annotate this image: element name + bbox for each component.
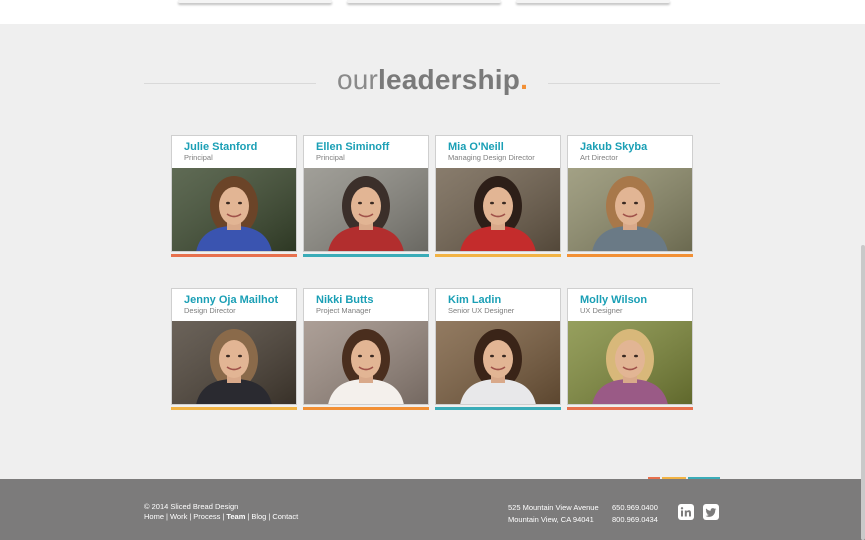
previous-section-strip xyxy=(0,0,865,24)
team-card-color-bar xyxy=(435,407,561,410)
team-member-role: Managing Design Director xyxy=(448,153,535,162)
team-card-color-bar xyxy=(567,407,693,410)
footer-link-contact[interactable]: Contact xyxy=(272,512,298,521)
team-card[interactable]: Ellen Siminoff Principal xyxy=(303,135,429,257)
previous-card xyxy=(347,0,501,3)
team-member-role: Design Director xyxy=(184,306,236,315)
linkedin-icon[interactable] xyxy=(678,504,694,520)
team-member-role: Art Director xyxy=(580,153,618,162)
twitter-icon[interactable] xyxy=(703,504,719,520)
team-card-header: Kim Ladin Senior UX Designer xyxy=(435,288,561,321)
team-card-header: Ellen Siminoff Principal xyxy=(303,135,429,168)
team-member-photo xyxy=(171,168,297,252)
team-card-header: Mia O'Neill Managing Design Director xyxy=(435,135,561,168)
team-member-role: Senior UX Designer xyxy=(448,306,515,315)
footer xyxy=(0,479,865,540)
team-member-role: Project Manager xyxy=(316,306,372,315)
section-title-dot: . xyxy=(520,64,529,95)
previous-card xyxy=(178,0,332,3)
team-member-name: Nikki Butts xyxy=(316,294,374,306)
team-member-name: Jenny Oja Mailhot xyxy=(184,294,279,306)
team-card-color-bar xyxy=(435,254,561,257)
team-member-photo xyxy=(435,168,561,252)
team-member-photo xyxy=(303,168,429,252)
team-card[interactable]: Molly Wilson UX Designer xyxy=(567,288,693,410)
team-member-name: Kim Ladin xyxy=(448,294,502,306)
team-member-name: Ellen Siminoff xyxy=(316,141,390,153)
team-card[interactable]: Kim Ladin Senior UX Designer xyxy=(435,288,561,410)
previous-card xyxy=(516,0,670,3)
team-member-photo xyxy=(567,168,693,252)
team-card[interactable]: Mia O'Neill Managing Design Director xyxy=(435,135,561,257)
team-member-name: Julie Stanford xyxy=(184,141,258,153)
footer-link-home[interactable]: Home xyxy=(144,512,164,521)
team-card-header: Jenny Oja Mailhot Design Director xyxy=(171,288,297,321)
team-card-header: Nikki Butts Project Manager xyxy=(303,288,429,321)
section-title-bold: leadership xyxy=(378,64,521,95)
footer-nav: Home | Work | Process | Team | Blog | Contact xyxy=(144,512,299,521)
team-card[interactable]: Julie Stanford Principal xyxy=(171,135,297,257)
team-card-color-bar xyxy=(567,254,693,257)
team-card-header: Jakub Skyba Art Director xyxy=(567,135,693,168)
team-member-photo xyxy=(303,321,429,405)
phone-1: 650.969.0400 xyxy=(612,503,658,512)
team-card-header: Molly Wilson UX Designer xyxy=(567,288,693,321)
footer-link-team[interactable]: Team xyxy=(226,512,245,521)
team-member-name: Mia O'Neill xyxy=(448,141,504,153)
phone-2: 800.969.0434 xyxy=(612,514,658,524)
scrollbar[interactable] xyxy=(861,245,865,540)
team-card[interactable]: Jenny Oja Mailhot Design Director xyxy=(171,288,297,410)
team-member-role: UX Designer xyxy=(580,306,623,315)
team-member-photo xyxy=(435,321,561,405)
team-card-color-bar xyxy=(171,254,297,257)
team-member-role: Principal xyxy=(316,153,345,162)
team-card-color-bar xyxy=(303,407,429,410)
section-title: ourleadership. xyxy=(0,64,865,96)
team-member-role: Principal xyxy=(184,153,213,162)
team-card-color-bar xyxy=(171,407,297,410)
team-card-header: Julie Stanford Principal xyxy=(171,135,297,168)
team-card[interactable]: Jakub Skyba Art Director xyxy=(567,135,693,257)
footer-address: 525 Mountain View Avenue Mountain View, … xyxy=(508,502,599,525)
team-member-name: Molly Wilson xyxy=(580,294,648,306)
footer-link-work[interactable]: Work xyxy=(170,512,187,521)
section-title-light: our xyxy=(336,64,379,95)
team-member-photo xyxy=(567,321,693,405)
address-line-1: 525 Mountain View Avenue xyxy=(508,503,599,512)
team-member-photo xyxy=(171,321,297,405)
team-card-color-bar xyxy=(303,254,429,257)
footer-link-blog[interactable]: Blog xyxy=(251,512,266,521)
footer-link-process[interactable]: Process xyxy=(193,512,220,521)
team-card[interactable]: Nikki Butts Project Manager xyxy=(303,288,429,410)
team-member-name: Jakub Skyba xyxy=(580,141,648,153)
address-line-2: Mountain View, CA 94041 xyxy=(508,514,594,524)
footer-phones: 650.969.0400 800.969.0434 xyxy=(612,502,658,525)
footer-copyright: © 2014 Sliced Bread Design xyxy=(144,502,239,511)
